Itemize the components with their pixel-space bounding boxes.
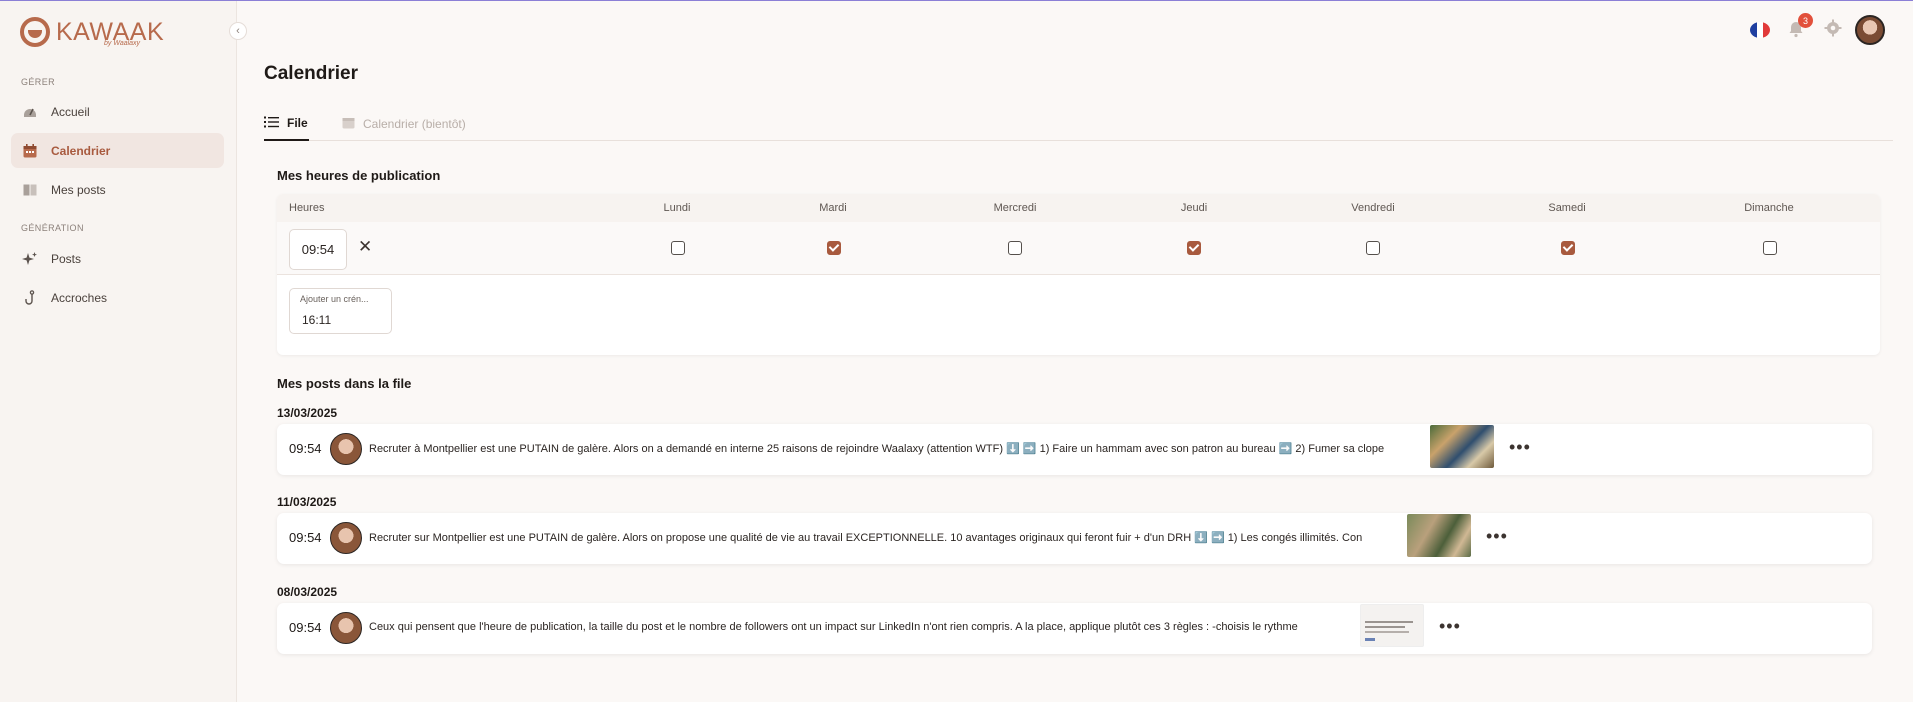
more-options-icon[interactable]: ••• — [1509, 437, 1531, 458]
sidebar-item-calendrier[interactable]: Calendrier — [11, 133, 224, 168]
queue-date: 08/03/2025 — [277, 585, 338, 599]
add-slot-field[interactable]: Ajouter un crén... 16:11 — [289, 288, 392, 334]
post-time: 09:54 — [289, 620, 322, 635]
day-header-samedi: Samedi — [1548, 202, 1586, 214]
book-icon — [21, 181, 39, 199]
logo[interactable]: KAWAAK — [20, 17, 164, 47]
add-slot-label: Ajouter un crén... — [300, 294, 369, 304]
schedule-title: Mes heures de publication — [277, 168, 441, 183]
queue-date: 11/03/2025 — [277, 495, 337, 509]
hook-icon — [21, 289, 39, 307]
author-avatar — [330, 612, 362, 644]
post-thumbnail — [1407, 514, 1471, 557]
add-slot-value: 16:11 — [302, 313, 332, 327]
queue-post[interactable]: 09:54 Recruter à Montpellier est une PUT… — [277, 424, 1872, 475]
gear-icon[interactable] — [1824, 19, 1842, 42]
post-preview-text: Recruter sur Montpellier est une PUTAIN … — [369, 532, 1363, 544]
home-gauge-icon — [21, 103, 39, 121]
author-avatar — [330, 433, 362, 465]
post-time: 09:54 — [289, 530, 322, 545]
day-header-lundi: Lundi — [663, 202, 691, 214]
checkbox-jeudi[interactable] — [1187, 241, 1201, 255]
queue-date: 13/03/2025 — [277, 406, 338, 420]
slot-time-field[interactable]: 09:54 — [289, 229, 347, 270]
sidebar-item-label: Posts — [51, 251, 82, 266]
tab-label: File — [287, 116, 308, 130]
day-header-mardi: Mardi — [819, 202, 847, 214]
schedule-table: Heures Lundi Mardi Mercredi Jeudi Vendre… — [277, 194, 1880, 355]
logo-mark-icon — [20, 17, 50, 47]
sidebar-section-gerer: GÉRER — [21, 77, 56, 87]
checkbox-mercredi[interactable] — [1008, 241, 1022, 255]
day-header-vendredi: Vendredi — [1351, 202, 1395, 214]
language-flag-icon[interactable] — [1750, 22, 1770, 38]
calendar-icon — [21, 142, 39, 160]
schedule-header: Heures Lundi Mardi Mercredi Jeudi Vendre… — [277, 194, 1880, 222]
queue-title: Mes posts dans la file — [277, 376, 412, 391]
sidebar-item-accroches[interactable]: Accroches — [11, 280, 224, 315]
sidebar-item-label: Calendrier — [51, 143, 111, 158]
logo-subtitle: by Waalaxy — [104, 40, 141, 47]
post-thumbnail — [1430, 425, 1494, 468]
close-icon[interactable]: ✕ — [358, 237, 372, 257]
tab-calendrier[interactable]: Calendrier (bientôt) — [342, 107, 466, 141]
schedule-slot-row: 09:54 ✕ — [277, 222, 1880, 275]
queue-post[interactable]: 09:54 Ceux qui pensent que l'heure de pu… — [277, 603, 1872, 654]
sidebar: KAWAAK by Waalaxy GÉRER Accueil Calendri… — [0, 1, 237, 702]
calendar-icon — [342, 116, 355, 132]
sidebar-section-generation: GÉNÉRATION — [21, 223, 84, 233]
checkbox-vendredi[interactable] — [1366, 241, 1380, 255]
sidebar-item-accueil[interactable]: Accueil — [11, 94, 224, 129]
page-title: Calendrier — [264, 63, 358, 84]
sidebar-item-label: Accueil — [51, 104, 90, 119]
tab-file[interactable]: File — [264, 107, 309, 141]
post-preview-text: Recruter à Montpellier est une PUTAIN de… — [369, 443, 1385, 455]
tab-label: Calendrier (bientôt) — [363, 117, 466, 131]
list-icon — [264, 116, 279, 131]
day-header-dimanche: Dimanche — [1744, 202, 1794, 214]
queue-post[interactable]: 09:54 Recruter sur Montpellier est une P… — [277, 513, 1872, 564]
sidebar-item-label: Mes posts — [51, 182, 106, 197]
day-header-mercredi: Mercredi — [993, 202, 1037, 214]
author-avatar — [330, 522, 362, 554]
collapse-sidebar-button[interactable]: ‹ — [229, 22, 247, 40]
user-avatar[interactable] — [1855, 15, 1885, 45]
post-preview-text: Ceux qui pensent que l'heure de publicat… — [369, 621, 1298, 633]
sidebar-item-posts[interactable]: Posts — [11, 241, 224, 276]
tab-bar: File Calendrier (bientôt) — [264, 107, 1893, 141]
sparkles-icon — [21, 250, 39, 268]
notification-count-badge: 3 — [1798, 13, 1813, 28]
checkbox-mardi[interactable] — [827, 241, 841, 255]
hours-column-header: Heures — [289, 202, 325, 214]
sidebar-item-label: Accroches — [51, 290, 108, 305]
checkbox-samedi[interactable] — [1561, 241, 1575, 255]
more-options-icon[interactable]: ••• — [1486, 526, 1508, 547]
post-time: 09:54 — [289, 441, 322, 456]
more-options-icon[interactable]: ••• — [1439, 616, 1461, 637]
checkbox-dimanche[interactable] — [1763, 241, 1777, 255]
post-thumbnail — [1360, 604, 1424, 647]
day-header-jeudi: Jeudi — [1180, 202, 1208, 214]
checkbox-lundi[interactable] — [671, 241, 685, 255]
sidebar-item-mes-posts[interactable]: Mes posts — [11, 172, 224, 207]
